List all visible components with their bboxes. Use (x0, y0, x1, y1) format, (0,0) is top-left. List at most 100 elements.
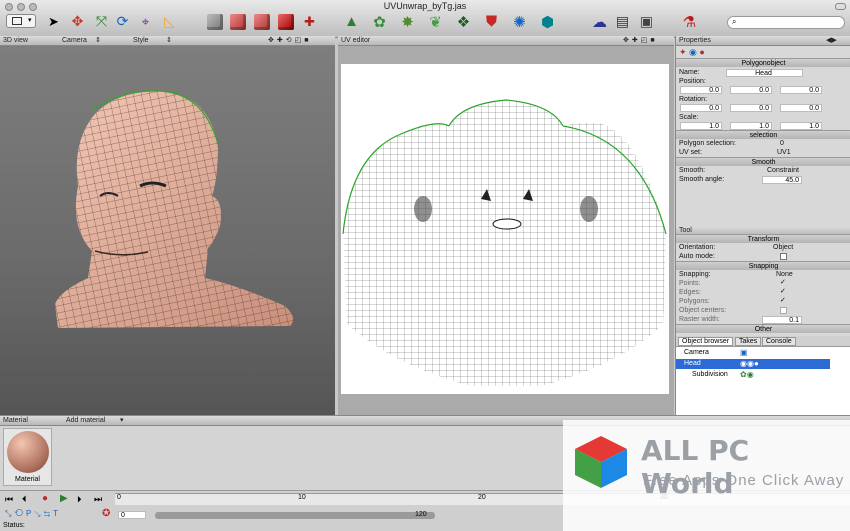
scale-x[interactable]: 1.0 (680, 122, 722, 130)
generator-icon[interactable]: ✿ (370, 12, 389, 31)
view-controls-icons[interactable]: ✥✚⟲◰■ (268, 36, 311, 46)
tab-console[interactable]: Console (762, 337, 796, 346)
points-checkbox[interactable]: ✓ (780, 279, 787, 287)
keyframe-tools-icons[interactable]: ⤡⟲P↘⇆T (5, 509, 61, 519)
position-y[interactable]: 0.0 (730, 86, 772, 94)
tab-takes[interactable]: Takes (735, 337, 762, 346)
position-label: Position: (679, 78, 706, 85)
smooth-angle-field[interactable]: 45.0 (762, 176, 802, 184)
points-mode-icon[interactable] (205, 12, 224, 31)
position-z[interactable]: 0.0 (780, 86, 822, 94)
properties-header: Properties ◀▶ (676, 36, 850, 46)
layout-dropdown[interactable]: ▾ (6, 14, 36, 28)
style-menu[interactable]: Style (133, 36, 149, 46)
snapping-dropdown[interactable]: None (776, 271, 793, 278)
tick-20: 20 (478, 494, 486, 501)
object-browser: Object browser Takes Console Camera ▣ He… (675, 336, 850, 416)
go-start-icon[interactable]: ⏮ (5, 494, 13, 505)
scale-tool-icon[interactable]: ⤧ (92, 12, 111, 31)
raster-width-field[interactable]: 0.1 (762, 316, 802, 324)
shield-icon[interactable]: ⛊ (482, 12, 501, 31)
polygons-checkbox[interactable]: ✓ (780, 297, 787, 305)
rotation-x[interactable]: 0.0 (680, 104, 722, 112)
current-frame-field[interactable]: 0 (118, 511, 146, 519)
modifier-icon[interactable]: ❖ (454, 12, 473, 31)
zoom-window-button[interactable] (29, 3, 37, 11)
rotate-tool-icon[interactable]: ⟳ (113, 12, 132, 31)
rotation-y[interactable]: 0.0 (730, 104, 772, 112)
view3d-header: 3D view Camera ⇕ Style ⇕ ✥✚⟲◰■ (0, 36, 335, 46)
uv-editor-label: UV editor (341, 37, 371, 44)
window-title: UVUnwrap_byTg.jas (383, 1, 467, 11)
render-settings-icon[interactable]: ▤ (613, 12, 632, 31)
object-mode-icon[interactable] (276, 12, 295, 31)
render-view-icon[interactable]: ▣ (637, 12, 656, 31)
go-end-icon[interactable]: ⏭ (94, 494, 102, 505)
edges-checkbox[interactable]: ✓ (780, 288, 787, 296)
list-item-subdivision[interactable]: Subdivision (692, 371, 728, 378)
polygon-selection-label: Polygon selection: (679, 140, 736, 147)
select-arrow-icon[interactable]: ➤ (44, 12, 63, 31)
orientation-dropdown[interactable]: Object (773, 244, 793, 251)
view3d-label: 3D view (3, 37, 28, 44)
next-frame-icon[interactable]: ⏵ (77, 494, 82, 505)
viewport-3d[interactable] (0, 46, 335, 415)
render-icon[interactable]: ☁ (590, 12, 609, 31)
uv-view-controls-icons[interactable]: ✥✚◰■ (623, 36, 658, 46)
spline-icon[interactable]: ❦ (426, 12, 445, 31)
range-slider[interactable] (155, 512, 435, 519)
transform-tool-icon[interactable]: ⌖ (136, 12, 155, 31)
light-icon[interactable]: ✺ (510, 12, 529, 31)
head-tags-icon: ◉◉● (740, 359, 759, 368)
add-material-menu[interactable]: Add material (66, 416, 105, 426)
name-field[interactable]: Head (726, 69, 803, 77)
uv-map (342, 99, 667, 386)
keyframe-icon[interactable]: ✪ (102, 508, 110, 519)
collapse-toolbar-button[interactable] (835, 3, 846, 10)
list-item-camera[interactable]: Camera (684, 349, 709, 356)
list-item-head[interactable]: Head (684, 360, 701, 367)
search-field[interactable] (742, 18, 840, 27)
nav-arrows-icon[interactable]: ◀▶ (826, 36, 837, 46)
points-label: Points: (679, 280, 701, 287)
polygons-mode-icon[interactable] (252, 12, 271, 31)
tool-label: Tool (679, 227, 692, 234)
scale-y[interactable]: 1.0 (730, 122, 772, 130)
smooth-label: Smooth: (679, 167, 706, 174)
close-window-button[interactable] (5, 3, 13, 11)
minimize-window-button[interactable] (17, 3, 25, 11)
snapping-label: Snapping: (679, 271, 711, 278)
play-icon[interactable]: ▶ (60, 493, 68, 504)
floor-icon[interactable]: ⬢ (538, 12, 557, 31)
move-tool-icon[interactable]: ✥ (68, 12, 87, 31)
name-label: Name: (679, 69, 700, 76)
ruler-icon[interactable]: ◺ (160, 12, 179, 31)
polygons-label: Polygons: (679, 298, 710, 305)
object-centers-checkbox[interactable] (780, 307, 787, 314)
rotation-z[interactable]: 0.0 (780, 104, 822, 112)
material-editor-icon[interactable]: ⚗ (680, 12, 699, 31)
camera-menu[interactable]: Camera (62, 36, 87, 46)
watermark-subtitle: Free Apps One Click Away (643, 472, 845, 489)
toolbar: UVUnwrap_byTg.jas ▾ ➤ ✥ ⤧ ⟳ ⌖ ◺ ✚ ▲ ✿ ✸ … (0, 0, 850, 38)
polygon-selection-value[interactable]: 0 (780, 140, 784, 147)
object-type-icons[interactable]: ✦ ◉ ● (679, 47, 705, 58)
select-all-icon[interactable]: ✚ (300, 12, 319, 31)
material-swatch[interactable]: Material (3, 428, 52, 486)
scale-z[interactable]: 1.0 (780, 122, 822, 130)
smooth-dropdown[interactable]: Constraint (767, 167, 799, 174)
search-input[interactable]: ⌕ (727, 16, 845, 29)
uv-set-label: UV set: (679, 149, 702, 156)
section-other: Other (676, 324, 850, 333)
deformer-icon[interactable]: ✸ (398, 12, 417, 31)
edges-mode-icon[interactable] (228, 12, 247, 31)
auto-mode-checkbox[interactable] (780, 253, 787, 260)
prev-frame-icon[interactable]: ⏴ (22, 494, 27, 505)
primitive-icon[interactable]: ▲ (342, 12, 361, 31)
tab-object-browser[interactable]: Object browser (678, 337, 734, 346)
search-icon: ⌕ (732, 17, 737, 26)
position-x[interactable]: 0.0 (680, 86, 722, 94)
record-icon[interactable]: ● (42, 493, 48, 504)
uv-set-value[interactable]: UV1 (777, 149, 791, 156)
uv-canvas[interactable] (341, 64, 669, 394)
